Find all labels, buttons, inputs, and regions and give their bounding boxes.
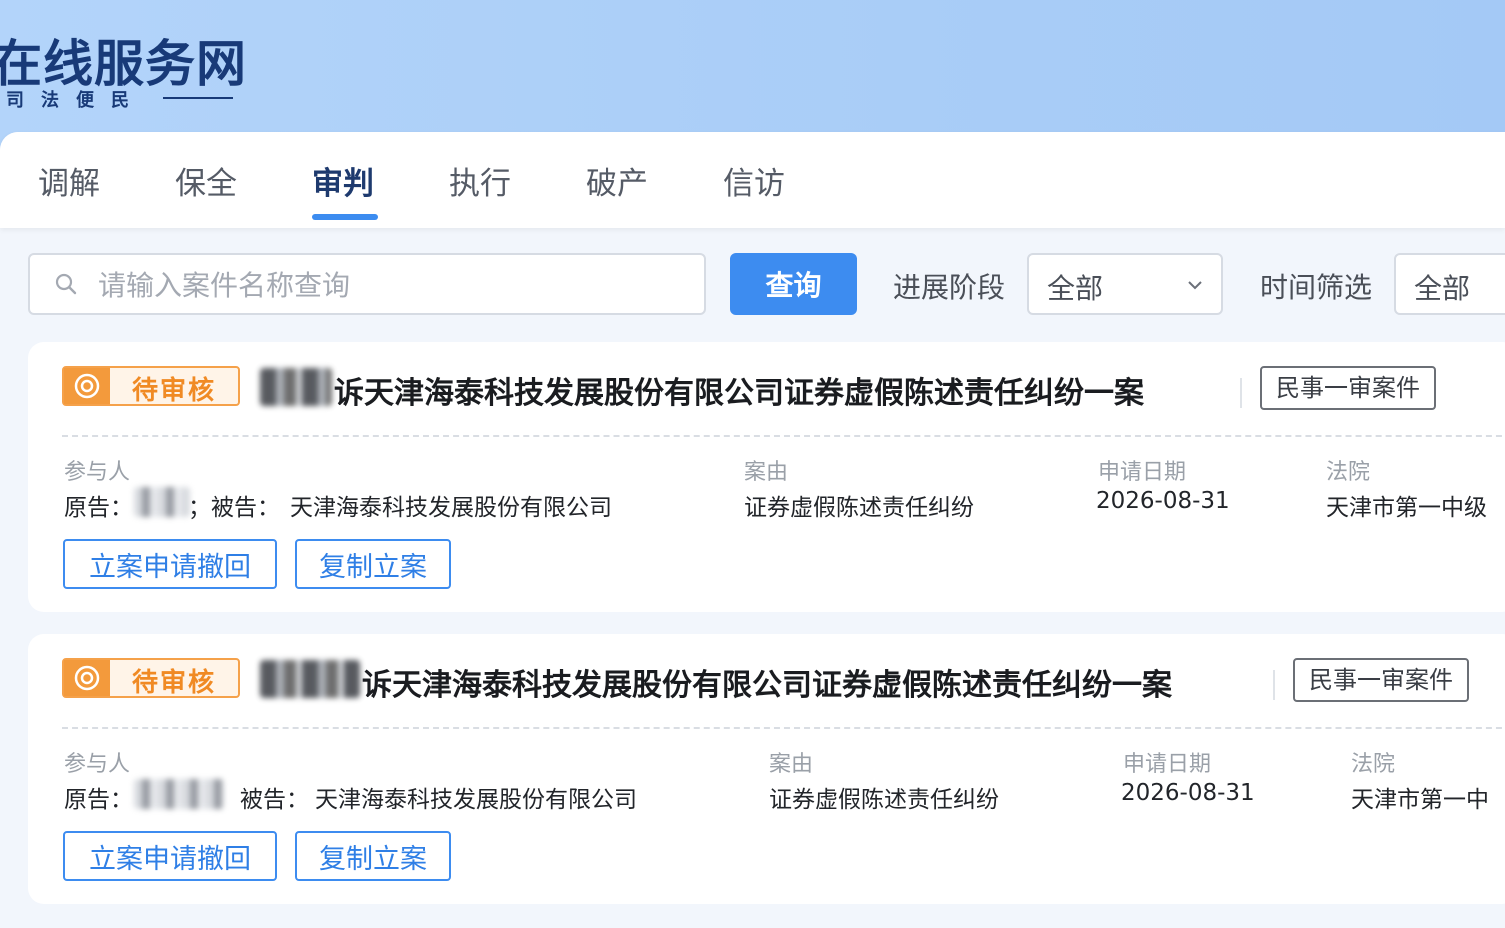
title-divider [1273, 670, 1275, 700]
redacted-plaintiff-name [260, 660, 360, 698]
pending-icon [74, 373, 100, 399]
query-button[interactable]: 查询 [730, 253, 857, 315]
pending-icon [74, 665, 100, 691]
redacted-plaintiff [134, 487, 190, 517]
tab-trial[interactable]: 审判 [312, 158, 374, 203]
case-card: 待审核 诉天津海泰科技发展股份有限公司证券虚假陈述责任纠纷一案 民事一审案件 参… [28, 342, 1505, 612]
court-label: 法院 [1351, 752, 1396, 777]
active-tab-indicator [312, 214, 378, 220]
date-value: 2026-08-31 [1121, 780, 1255, 806]
participants-label: 参与人 [64, 460, 131, 485]
slogan-divider [163, 97, 233, 99]
case-card: 待审核 诉天津海泰科技发展股份有限公司证券虚假陈述责任纠纷一案 民事一审案件 参… [28, 634, 1505, 904]
date-label: 申请日期 [1098, 460, 1187, 485]
time-filter-value: 全部 [1414, 272, 1471, 305]
main-panel: 调解 保全 审判 执行 破产 信访 查询 进展阶段 全部 时间筛选 全部 [0, 132, 1505, 928]
case-type-tag: 民事一审案件 [1293, 658, 1469, 702]
cause-label: 案由 [769, 752, 814, 777]
stage-filter-value: 全部 [1047, 272, 1104, 305]
withdraw-filing-button[interactable]: 立案申请撤回 [63, 539, 277, 589]
tab-bankruptcy[interactable]: 破产 [586, 158, 648, 203]
defendant-value: 天津海泰科技发展股份有限公司 [315, 787, 637, 813]
status-badge: 待审核 [62, 366, 240, 406]
category-tabs: 调解 保全 审判 执行 破产 信访 [0, 132, 1505, 228]
status-badge: 待审核 [62, 658, 240, 698]
cause-value: 证券虚假陈述责任纠纷 [744, 495, 974, 521]
search-box [28, 253, 706, 315]
time-filter-label: 时间筛选 [1260, 271, 1373, 304]
withdraw-filing-button[interactable]: 立案申请撤回 [63, 831, 277, 881]
defendant-value: 天津海泰科技发展股份有限公司 [290, 495, 612, 521]
defendant-label: 被告： [240, 787, 309, 813]
defendant-label: ；被告： [188, 495, 280, 521]
card-divider [62, 727, 1505, 729]
participants-label: 参与人 [64, 752, 131, 777]
plaintiff-label: 原告： [64, 787, 133, 813]
title-divider [1240, 378, 1242, 408]
card-divider [62, 435, 1505, 437]
status-text: 待审核 [132, 668, 217, 698]
court-value: 天津市第一中 [1351, 787, 1489, 813]
stage-filter-select[interactable]: 全部 [1027, 253, 1223, 315]
search-input[interactable] [96, 265, 690, 305]
tab-mediation[interactable]: 调解 [38, 158, 100, 203]
case-type-tag: 民事一审案件 [1260, 366, 1436, 410]
redacted-plaintiff-name [260, 368, 332, 406]
tab-preservation[interactable]: 保全 [175, 158, 237, 203]
cause-label: 案由 [744, 460, 789, 485]
copy-filing-button[interactable]: 复制立案 [295, 539, 451, 589]
court-label: 法院 [1326, 460, 1371, 485]
redacted-plaintiff [134, 779, 224, 809]
chevron-down-icon [1188, 281, 1202, 290]
copy-filing-button[interactable]: 复制立案 [295, 831, 451, 881]
tab-execution[interactable]: 执行 [449, 158, 511, 203]
court-value: 天津市第一中级 [1326, 495, 1487, 521]
date-label: 申请日期 [1123, 752, 1212, 777]
time-filter-select[interactable]: 全部 [1394, 253, 1505, 315]
plaintiff-label: 原告： [64, 495, 133, 521]
site-header: 在线服务网 司法便民 [0, 0, 1505, 150]
site-slogan: 司法便民 [6, 90, 146, 111]
date-value: 2026-08-31 [1096, 488, 1230, 514]
search-icon [55, 273, 77, 295]
case-title[interactable]: 诉天津海泰科技发展股份有限公司证券虚假陈述责任纠纷一案 [334, 368, 1144, 412]
stage-filter-label: 进展阶段 [893, 271, 1006, 304]
case-title[interactable]: 诉天津海泰科技发展股份有限公司证券虚假陈述责任纠纷一案 [362, 660, 1172, 704]
cause-value: 证券虚假陈述责任纠纷 [769, 787, 999, 813]
tab-petition[interactable]: 信访 [723, 158, 785, 203]
status-text: 待审核 [132, 376, 217, 406]
